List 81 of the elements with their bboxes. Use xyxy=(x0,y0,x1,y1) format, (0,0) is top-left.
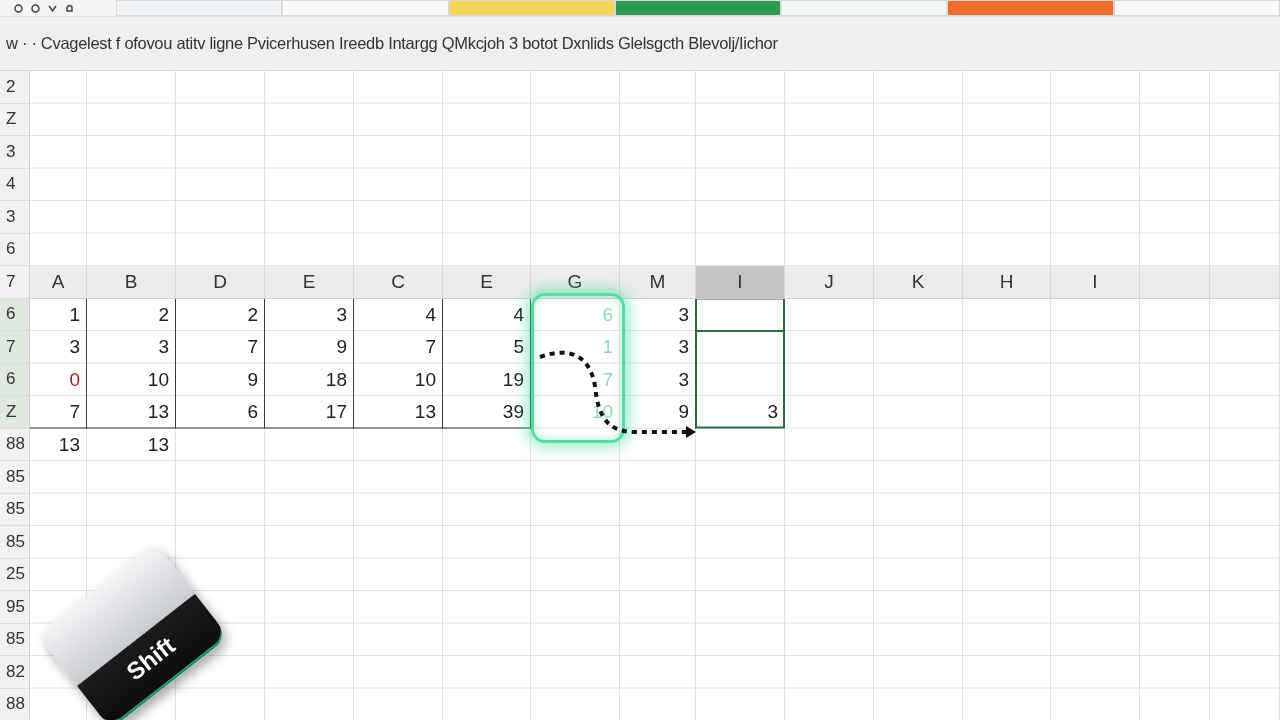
cell-value: 1 xyxy=(69,303,80,326)
cell-value: 7 xyxy=(425,336,436,359)
row-header[interactable]: 85 xyxy=(0,493,30,526)
row-header[interactable]: 2 xyxy=(0,71,30,104)
row-header[interactable]: 88 xyxy=(0,428,30,461)
cell-value: 2 xyxy=(247,303,258,326)
color-tab[interactable] xyxy=(614,0,782,16)
column-header[interactable]: H xyxy=(963,266,1051,299)
row-header[interactable]: 85 xyxy=(0,623,30,656)
row-header[interactable]: 85 xyxy=(0,526,30,559)
cell-value: 4 xyxy=(513,303,524,326)
cell-value: 7 xyxy=(69,401,80,424)
column-header[interactable]: E xyxy=(443,266,531,299)
cell-value: 3 xyxy=(678,336,689,359)
cell-value: 3 xyxy=(336,303,347,326)
cell-value: 6 xyxy=(602,303,613,326)
cell-value: 13 xyxy=(147,433,169,456)
cell-value: 39 xyxy=(502,401,524,424)
column-header[interactable]: J xyxy=(785,266,874,299)
column-header[interactable]: A xyxy=(30,266,87,299)
color-tab[interactable] xyxy=(947,0,1114,16)
row-header[interactable]: 6 xyxy=(0,298,30,331)
cell-value: 2 xyxy=(158,303,169,326)
cell-value: 6 xyxy=(247,401,258,424)
column-header[interactable]: B xyxy=(87,266,176,299)
row-header[interactable]: 82 xyxy=(0,656,30,689)
cell-value: 5 xyxy=(513,336,524,359)
color-tab[interactable] xyxy=(1113,0,1280,16)
circle-icon[interactable] xyxy=(31,3,40,13)
row-header[interactable]: 7 xyxy=(0,266,30,299)
cell-value: 13 xyxy=(147,401,169,424)
circle-icon[interactable] xyxy=(14,3,23,13)
row-header[interactable]: Z xyxy=(0,396,30,429)
cell-value: 19 xyxy=(502,368,524,391)
color-tab[interactable] xyxy=(448,0,615,16)
row-header[interactable]: Z xyxy=(0,103,30,136)
cell-value: 13 xyxy=(414,401,436,424)
row-header[interactable]: 88 xyxy=(0,688,30,720)
cell-value: 9 xyxy=(336,336,347,359)
cell-value: 0 xyxy=(69,368,80,391)
row-header[interactable]: 4 xyxy=(0,168,30,201)
cell-value: 1 xyxy=(602,336,613,359)
column-header[interactable]: G xyxy=(531,266,620,299)
column-header[interactable]: K xyxy=(874,266,963,299)
cell-value: 17 xyxy=(325,401,347,424)
cell-value: 9 xyxy=(678,401,689,424)
column-header[interactable]: M xyxy=(620,266,696,299)
cell-value: 18 xyxy=(325,368,347,391)
cell-value: 10 xyxy=(591,401,613,424)
cell-value: 3 xyxy=(678,368,689,391)
column-header[interactable]: I xyxy=(1051,266,1140,299)
color-tab[interactable] xyxy=(781,0,948,16)
color-tab[interactable] xyxy=(116,0,283,16)
column-header[interactable]: E xyxy=(265,266,354,299)
cell-value: 3 xyxy=(767,401,778,424)
message-text: w · · Cvagelest f ofovou atitv ligne Pvicerhusen Ireedb Intargg QMkcjoh 3 botot Dxnlids Glelsgcth Blevolj/Iichor xyxy=(6,34,778,53)
row-header[interactable]: 3 xyxy=(0,201,30,234)
row-header[interactable]: 7 xyxy=(0,331,30,364)
row-header[interactable]: 25 xyxy=(0,558,30,591)
cell-value: 13 xyxy=(58,433,80,456)
column-header[interactable]: D xyxy=(176,266,265,299)
cell-value: 7 xyxy=(247,336,258,359)
cell-value: 4 xyxy=(425,303,436,326)
cell-value: 7 xyxy=(602,368,613,391)
column-header[interactable] xyxy=(1210,266,1280,299)
chevron-down-icon[interactable] xyxy=(48,3,57,13)
row-header[interactable]: 3 xyxy=(0,136,30,169)
row-header[interactable]: 95 xyxy=(0,591,30,624)
row-header[interactable]: 6 xyxy=(0,363,30,396)
column-header[interactable]: C xyxy=(354,266,443,299)
cell-value: 3 xyxy=(158,336,169,359)
row-header[interactable]: 6 xyxy=(0,233,30,266)
cell-value: 10 xyxy=(147,368,169,391)
column-header[interactable]: I xyxy=(696,266,785,299)
color-tab[interactable] xyxy=(282,0,449,16)
row-header[interactable]: 85 xyxy=(0,461,30,494)
cell-value: 10 xyxy=(414,368,436,391)
cell-value: 9 xyxy=(247,368,258,391)
column-header[interactable] xyxy=(1140,266,1210,299)
cell-value: 3 xyxy=(678,303,689,326)
cell-value: 3 xyxy=(69,336,80,359)
